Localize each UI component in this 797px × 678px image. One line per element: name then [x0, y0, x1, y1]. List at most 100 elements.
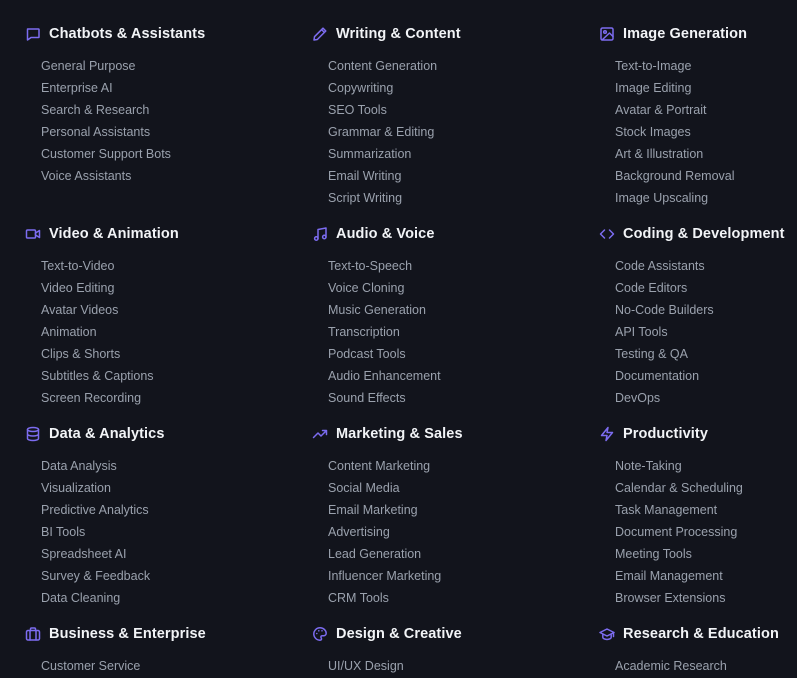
- category-link-lead-generation[interactable]: Lead Generation: [328, 544, 567, 566]
- category-link-avatar-videos[interactable]: Avatar Videos: [41, 300, 280, 322]
- category-item-list: Customer Service: [0, 656, 280, 678]
- category-link-transcription[interactable]: Transcription: [328, 322, 567, 344]
- category-item-list: Note-Taking Calendar & Scheduling Task Man…: [574, 456, 797, 610]
- category-link-music-generation[interactable]: Music Generation: [328, 300, 567, 322]
- category-link-sound-effects[interactable]: Sound Effects: [328, 388, 567, 410]
- category-link-stock-images[interactable]: Stock Images: [615, 122, 797, 144]
- category-link-note-taking[interactable]: Note-Taking: [615, 456, 797, 478]
- category-link-audio-enhancement[interactable]: Audio Enhancement: [328, 366, 567, 388]
- database-icon: [25, 426, 41, 442]
- category-title[interactable]: Audio & Voice: [336, 226, 435, 242]
- category-link-data-analysis[interactable]: Data Analysis: [41, 456, 280, 478]
- category-link-search-and-research[interactable]: Search & Research: [41, 100, 280, 122]
- category-link-video-editing[interactable]: Video Editing: [41, 278, 280, 300]
- category-link-no-code-builders[interactable]: No-Code Builders: [615, 300, 797, 322]
- category-link-predictive-analytics[interactable]: Predictive Analytics: [41, 500, 280, 522]
- category-link-customer-support-bots[interactable]: Customer Support Bots: [41, 144, 280, 166]
- category-link-art-and-illustration[interactable]: Art & Illustration: [615, 144, 797, 166]
- lightning-bolt-icon: [599, 426, 615, 442]
- category-link-devops[interactable]: DevOps: [615, 388, 797, 410]
- category-item-list: General Purpose Enterprise AI Search & Res…: [0, 56, 280, 188]
- category-link-grammar-and-editing[interactable]: Grammar & Editing: [328, 122, 567, 144]
- category-link-general-purpose[interactable]: General Purpose: [41, 56, 280, 78]
- category-link-voice-assistants[interactable]: Voice Assistants: [41, 166, 280, 188]
- category-link-bi-tools[interactable]: BI Tools: [41, 522, 280, 544]
- category-link-code-assistants[interactable]: Code Assistants: [615, 256, 797, 278]
- category-link-social-media[interactable]: Social Media: [328, 478, 567, 500]
- category-item-list: Content Marketing Social Media Email Marke…: [287, 456, 567, 610]
- category-productivity: Productivity Note-Taking Calendar & Schedu…: [574, 424, 797, 610]
- category-link-podcast-tools[interactable]: Podcast Tools: [328, 344, 567, 366]
- category-link-clips-and-shorts[interactable]: Clips & Shorts: [41, 344, 280, 366]
- category-link-copywriting[interactable]: Copywriting: [328, 78, 567, 100]
- category-item-list: Data Analysis Visualization Predictive Ana…: [0, 456, 280, 610]
- category-header[interactable]: Audio & Voice: [287, 224, 567, 244]
- category-link-voice-cloning[interactable]: Voice Cloning: [328, 278, 567, 300]
- category-link-personal-assistants[interactable]: Personal Assistants: [41, 122, 280, 144]
- category-link-code-editors[interactable]: Code Editors: [615, 278, 797, 300]
- category-title[interactable]: Research & Education: [623, 626, 779, 642]
- category-link-meeting-tools[interactable]: Meeting Tools: [615, 544, 797, 566]
- category-header[interactable]: Marketing & Sales: [287, 424, 567, 444]
- category-link-influencer-marketing[interactable]: Influencer Marketing: [328, 566, 567, 588]
- category-header[interactable]: Design & Creative: [287, 624, 567, 644]
- category-title[interactable]: Writing & Content: [336, 26, 461, 42]
- category-title[interactable]: Business & Enterprise: [49, 626, 206, 642]
- category-link-email-marketing[interactable]: Email Marketing: [328, 500, 567, 522]
- category-image-generation: Image Generation Text-to-Image Image Editi…: [574, 24, 797, 210]
- category-coding-and-development: Coding & Development Code Assistants Code …: [574, 224, 797, 410]
- category-link-subtitles-and-captions[interactable]: Subtitles & Captions: [41, 366, 280, 388]
- category-title[interactable]: Image Generation: [623, 26, 747, 42]
- category-link-spreadsheet-ai[interactable]: Spreadsheet AI: [41, 544, 280, 566]
- category-link-calendar-and-scheduling[interactable]: Calendar & Scheduling: [615, 478, 797, 500]
- category-link-browser-extensions[interactable]: Browser Extensions: [615, 588, 797, 610]
- category-header[interactable]: Image Generation: [574, 24, 797, 44]
- category-link-text-to-image[interactable]: Text-to-Image: [615, 56, 797, 78]
- category-link-script-writing[interactable]: Script Writing: [328, 188, 567, 210]
- category-link-testing-and-qa[interactable]: Testing & QA: [615, 344, 797, 366]
- category-title[interactable]: Video & Animation: [49, 226, 179, 242]
- category-link-data-cleaning[interactable]: Data Cleaning: [41, 588, 280, 610]
- category-header[interactable]: Business & Enterprise: [0, 624, 280, 644]
- category-link-documentation[interactable]: Documentation: [615, 366, 797, 388]
- category-title[interactable]: Data & Analytics: [49, 426, 165, 442]
- category-link-screen-recording[interactable]: Screen Recording: [41, 388, 280, 410]
- category-link-seo-tools[interactable]: SEO Tools: [328, 100, 567, 122]
- category-link-ui-ux-design[interactable]: UI/UX Design: [328, 656, 567, 678]
- category-header[interactable]: Video & Animation: [0, 224, 280, 244]
- category-header[interactable]: Coding & Development: [574, 224, 797, 244]
- category-link-summarization[interactable]: Summarization: [328, 144, 567, 166]
- category-data-and-analytics: Data & Analytics Data Analysis Visualizati…: [0, 424, 280, 610]
- category-link-text-to-speech[interactable]: Text-to-Speech: [328, 256, 567, 278]
- category-title[interactable]: Coding & Development: [623, 226, 785, 242]
- category-header[interactable]: Productivity: [574, 424, 797, 444]
- category-link-survey-and-feedback[interactable]: Survey & Feedback: [41, 566, 280, 588]
- category-header[interactable]: Writing & Content: [287, 24, 567, 44]
- category-link-email-writing[interactable]: Email Writing: [328, 166, 567, 188]
- category-header[interactable]: Data & Analytics: [0, 424, 280, 444]
- category-link-document-processing[interactable]: Document Processing: [615, 522, 797, 544]
- category-link-enterprise-ai[interactable]: Enterprise AI: [41, 78, 280, 100]
- category-link-avatar-and-portrait[interactable]: Avatar & Portrait: [615, 100, 797, 122]
- category-title[interactable]: Marketing & Sales: [336, 426, 463, 442]
- category-link-image-editing[interactable]: Image Editing: [615, 78, 797, 100]
- category-link-image-upscaling[interactable]: Image Upscaling: [615, 188, 797, 210]
- category-title[interactable]: Chatbots & Assistants: [49, 26, 205, 42]
- category-link-animation[interactable]: Animation: [41, 322, 280, 344]
- category-link-content-marketing[interactable]: Content Marketing: [328, 456, 567, 478]
- category-header[interactable]: Research & Education: [574, 624, 797, 644]
- category-link-visualization[interactable]: Visualization: [41, 478, 280, 500]
- category-link-content-generation[interactable]: Content Generation: [328, 56, 567, 78]
- category-link-crm-tools[interactable]: CRM Tools: [328, 588, 567, 610]
- category-link-task-management[interactable]: Task Management: [615, 500, 797, 522]
- category-link-text-to-video[interactable]: Text-to-Video: [41, 256, 280, 278]
- category-link-background-removal[interactable]: Background Removal: [615, 166, 797, 188]
- category-link-customer-service[interactable]: Customer Service: [41, 656, 280, 678]
- category-title[interactable]: Productivity: [623, 426, 708, 442]
- category-link-email-management[interactable]: Email Management: [615, 566, 797, 588]
- category-title[interactable]: Design & Creative: [336, 626, 462, 642]
- category-link-api-tools[interactable]: API Tools: [615, 322, 797, 344]
- category-link-advertising[interactable]: Advertising: [328, 522, 567, 544]
- category-header[interactable]: Chatbots & Assistants: [0, 24, 280, 44]
- category-link-academic-research[interactable]: Academic Research: [615, 656, 797, 678]
